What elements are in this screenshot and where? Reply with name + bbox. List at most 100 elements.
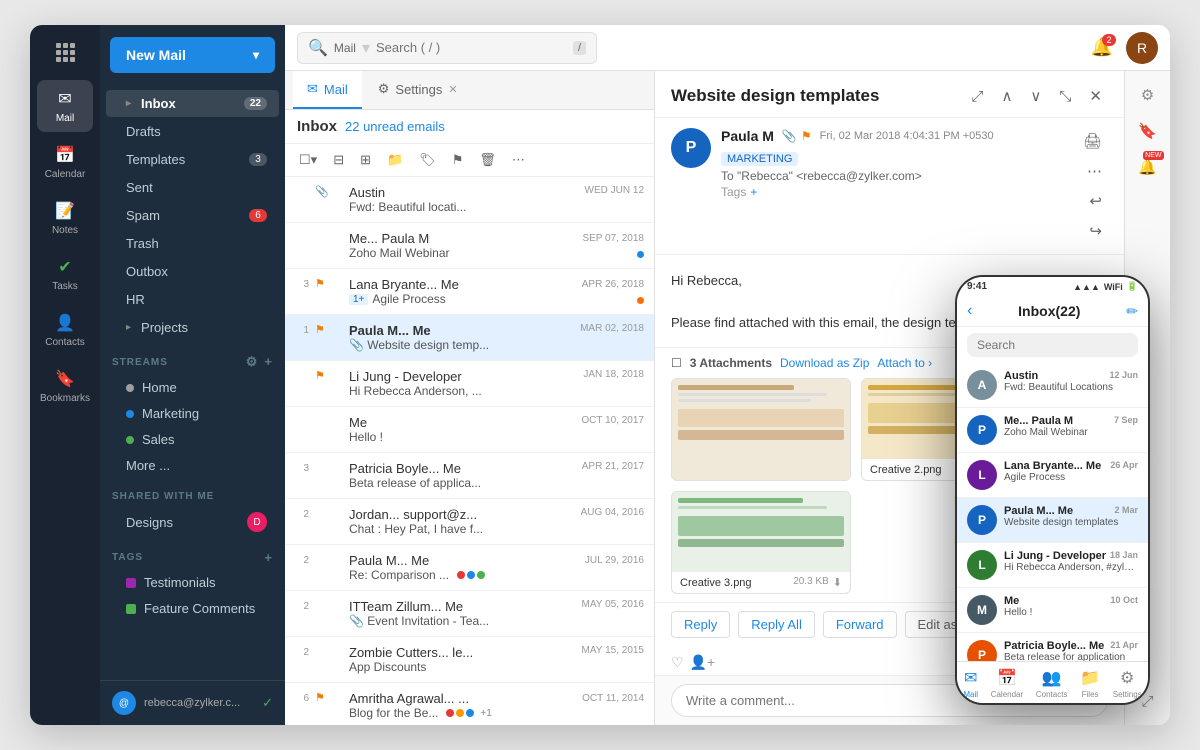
toolbar-filter[interactable]: ⊟ <box>327 148 350 172</box>
close-icon[interactable]: ✕ <box>1083 83 1108 109</box>
toolbar-tag[interactable]: 🏷 <box>413 148 442 172</box>
phone-nav-calendar[interactable]: 📅 Calendar <box>991 668 1023 699</box>
notification-bell[interactable]: 🔔 2 <box>1086 32 1118 64</box>
download-zip-link[interactable]: Download as Zip <box>780 356 869 370</box>
next-icon[interactable]: ∨ <box>1024 83 1047 109</box>
phone-nav-contacts[interactable]: 👥 Contacts <box>1036 668 1068 699</box>
toolbar-more[interactable]: ⋯ <box>506 148 531 172</box>
search-bar[interactable]: 🔍 Mail ▾ / <box>297 32 597 64</box>
person-add-icon[interactable]: 👤+ <box>690 654 716 671</box>
stream-item-sales[interactable]: Sales <box>106 427 279 452</box>
list-item[interactable]: P Patricia Boyle... Me 21 Apr Beta relea… <box>957 633 1148 661</box>
search-input[interactable] <box>376 40 567 55</box>
tag-item-testimonials[interactable]: Testimonials <box>106 570 279 595</box>
phone-nav-mail[interactable]: ✉ Mail <box>963 668 978 699</box>
sidebar-item-inbox[interactable]: ▸ Inbox 22 <box>106 90 279 117</box>
toolbar-flag[interactable]: ⚑ <box>446 148 470 172</box>
sidebar-item-projects[interactable]: ▸ Projects <box>106 314 279 341</box>
streams-add-icon[interactable]: + <box>264 354 273 370</box>
table-row[interactable]: ⚑ Li Jung - Developer JAN 18, 2018 Hi Re… <box>285 361 654 407</box>
new-mail-button[interactable]: New Mail ▾ <box>110 37 275 73</box>
sidebar-item-sent[interactable]: Sent <box>106 174 279 201</box>
streams-settings-icon[interactable]: ⚙ <box>246 354 259 370</box>
flag-icon: ⚑ <box>315 369 325 382</box>
tag-item-feature-comments[interactable]: Feature Comments <box>106 596 279 621</box>
list-item[interactable]: M Me 10 Oct Hello ! <box>957 588 1148 633</box>
attach-to-link[interactable]: Attach to › <box>877 356 932 370</box>
print-icon[interactable]: 🖨 <box>1077 128 1108 154</box>
table-row[interactable]: 3 ⚑ Lana Bryante... Me APR 26, 2018 1+ A… <box>285 269 654 315</box>
settings-panel-button[interactable]: ⚙ <box>1132 79 1164 111</box>
table-row[interactable]: 3 Patricia Boyle... Me APR 21, 2017 Beta… <box>285 453 654 499</box>
tags-add-icon[interactable]: + <box>264 550 273 565</box>
nav-item-mail[interactable]: ✉ Mail <box>37 80 93 132</box>
nav-item-contacts[interactable]: 👤 Contacts <box>37 304 93 356</box>
table-row[interactable]: 2 Jordan... support@z... AUG 04, 2016 Ch… <box>285 499 654 545</box>
new-feature-button[interactable]: 🔔 <box>1132 151 1164 183</box>
list-item[interactable]: P Me... Paula M 7 Sep Zoho Mail Webinar <box>957 408 1148 453</box>
expand-icon[interactable]: ⤢ <box>965 84 989 109</box>
stream-item-more[interactable]: More ... <box>106 453 279 478</box>
tab-settings[interactable]: ⚙ Settings ✕ <box>364 71 472 109</box>
toolbar-delete[interactable]: 🗑 <box>473 148 502 172</box>
nav-item-bookmarks[interactable]: 🔖 Bookmarks <box>37 360 93 412</box>
tab-close-icon[interactable]: ✕ <box>448 83 457 96</box>
more-options-icon[interactable]: ⋯ <box>1081 158 1108 184</box>
phone-nav-files[interactable]: 📁 Files <box>1080 668 1100 699</box>
table-row[interactable]: 2 ITTeam Zillum... Me MAY 05, 2016 📎 Eve… <box>285 591 654 637</box>
download-icon[interactable]: ⬇ <box>833 576 842 589</box>
reply-button[interactable]: Reply <box>671 611 730 638</box>
forward-button[interactable]: Forward <box>823 611 897 638</box>
list-item[interactable]: Creative 1.png 20.3 KB ⬇ <box>671 378 851 481</box>
phone-avatar: P <box>967 415 997 445</box>
toolbar-sort[interactable]: ⊞ <box>354 148 377 172</box>
toolbar-folder[interactable]: 📁 <box>381 148 409 172</box>
tab-mail[interactable]: ✉ Mail <box>293 71 362 109</box>
prev-icon[interactable]: ∧ <box>995 83 1018 109</box>
table-row[interactable]: 📎 Austin WED JUN 12 Fwd: Beautiful locat… <box>285 177 654 223</box>
heart-icon[interactable]: ♡ <box>671 654 684 671</box>
stream-dot-marketing <box>126 410 134 418</box>
shared-label-designs: Designs <box>126 515 173 530</box>
apps-grid[interactable] <box>50 37 81 68</box>
nav-item-tasks[interactable]: ✔ Tasks <box>37 248 93 300</box>
list-item[interactable]: Creative 3.png 20.3 KB ⬇ <box>671 491 851 594</box>
sidebar-item-drafts[interactable]: Drafts <box>106 118 279 145</box>
list-item[interactable]: L Lana Bryante... Me 26 Apr Agile Proces… <box>957 453 1148 498</box>
stream-item-home[interactable]: Home <box>106 375 279 400</box>
list-item[interactable]: A Austin 12 Jun Fwd: Beautiful Locations <box>957 363 1148 408</box>
toolbar-checkbox[interactable]: ☐▾ <box>293 148 323 172</box>
list-item[interactable]: L Li Jung - Developer 18 Jan Hi Rebecca … <box>957 543 1148 588</box>
search-shortcut: / <box>573 41 586 55</box>
checkbox-icon[interactable]: ☐ <box>671 356 682 370</box>
table-row[interactable]: Me OCT 10, 2017 Hello ! <box>285 407 654 453</box>
list-item[interactable]: P Paula M... Me 2 Mar Website design tem… <box>957 498 1148 543</box>
popout-icon[interactable]: ⤡ <box>1053 84 1077 109</box>
shared-item-designs[interactable]: Designs D <box>106 507 279 537</box>
arrow-icon: ▸ <box>126 98 131 109</box>
forward-icon[interactable]: ↪ <box>1083 218 1108 244</box>
phone-search-input[interactable] <box>967 333 1138 357</box>
table-row[interactable]: Me... Paula M SEP 07, 2018 Zoho Mail Web… <box>285 223 654 269</box>
sidebar-item-trash[interactable]: Trash <box>106 230 279 257</box>
phone-back-button[interactable]: ‹ <box>967 302 972 320</box>
phone-nav-files-icon: 📁 <box>1080 668 1100 688</box>
sidebar-item-spam[interactable]: Spam 6 <box>106 202 279 229</box>
reply-all-button[interactable]: Reply All <box>738 611 815 638</box>
phone-nav-settings[interactable]: ⚙ Settings <box>1113 668 1142 699</box>
sidebar-item-outbox[interactable]: Outbox <box>106 258 279 285</box>
nav-item-calendar[interactable]: 📅 Calendar <box>37 136 93 188</box>
bookmark-panel-button[interactable]: 🔖 <box>1132 115 1164 147</box>
phone-edit-button[interactable]: ✏ <box>1126 303 1138 320</box>
sidebar-item-hr[interactable]: HR <box>106 286 279 313</box>
table-row[interactable]: 1 ⚑ Paula M... Me MAR 02, 2018 📎 Website… <box>285 315 654 361</box>
reply-icon[interactable]: ↩ <box>1083 188 1108 214</box>
nav-item-notes[interactable]: 📝 Notes <box>37 192 93 244</box>
sidebar-item-templates[interactable]: Templates 3 <box>106 146 279 173</box>
table-row[interactable]: 6 ⚑ Amritha Agrawal... ... OCT 11, 2014 … <box>285 683 654 725</box>
table-row[interactable]: 2 Zombie Cutters... le... MAY 15, 2015 A… <box>285 637 654 683</box>
add-tag-icon[interactable]: + <box>750 185 757 199</box>
user-avatar[interactable]: R <box>1126 32 1158 64</box>
table-row[interactable]: 2 Paula M... Me JUL 29, 2016 Re: Compari… <box>285 545 654 591</box>
stream-item-marketing[interactable]: Marketing <box>106 401 279 426</box>
